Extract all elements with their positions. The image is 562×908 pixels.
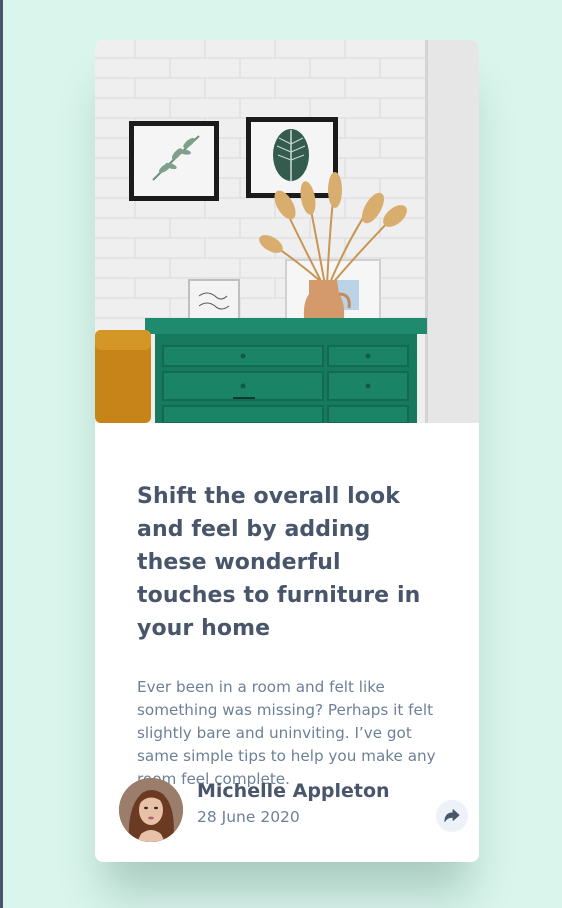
article-photo [95, 40, 479, 423]
share-arrow-icon [444, 809, 460, 823]
author-avatar [119, 778, 183, 842]
article-excerpt: Ever been in a room and felt like someth… [137, 678, 436, 788]
article-content: Shift the overall look and feel by addin… [137, 480, 447, 788]
window-edge [0, 0, 3, 908]
article-preview-card: Shift the overall look and feel by addin… [95, 40, 479, 862]
article-headline[interactable]: Shift the overall look and feel by addin… [137, 480, 447, 645]
share-button[interactable] [436, 800, 468, 832]
author-name: Michelle Appleton [197, 780, 390, 802]
author-row: Michelle Appleton 28 June 2020 [119, 778, 468, 842]
publish-date: 28 June 2020 [197, 808, 300, 826]
